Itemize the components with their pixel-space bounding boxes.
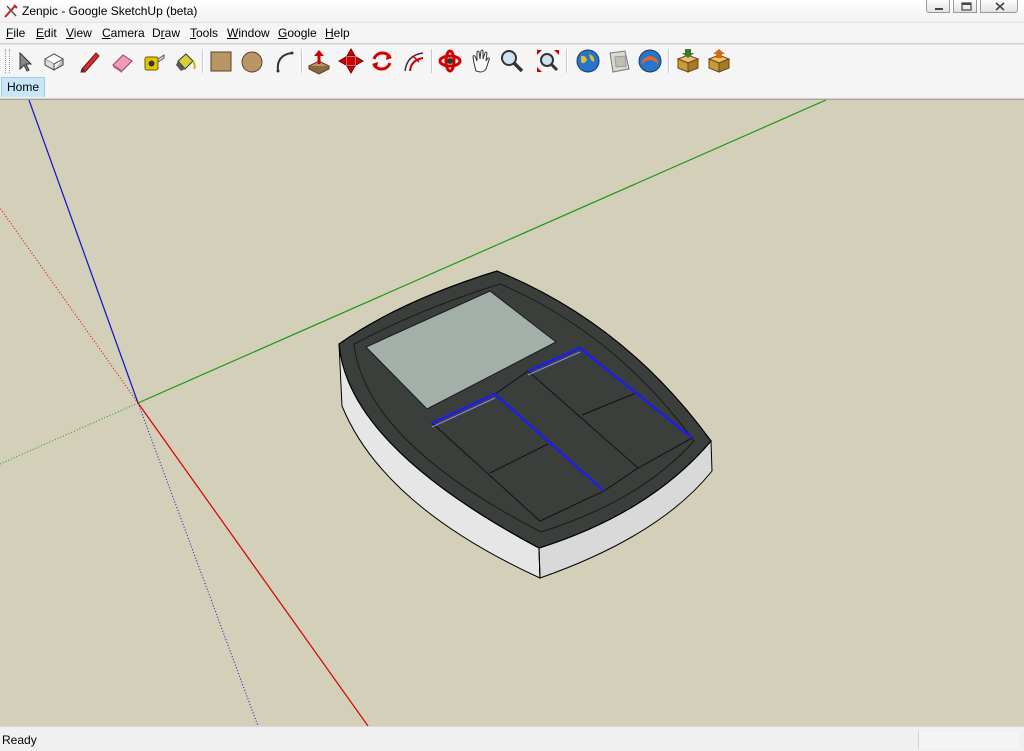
rotate-icon[interactable] xyxy=(368,47,396,75)
circle-icon[interactable] xyxy=(238,47,266,75)
share-model-icon[interactable] xyxy=(705,47,733,75)
earth-icon[interactable] xyxy=(574,47,602,75)
window-title: Zenpic - Google SketchUp (beta) xyxy=(22,4,198,18)
status-text: Ready xyxy=(2,733,37,747)
menu-file[interactable]: File xyxy=(6,26,25,40)
eraser-icon[interactable] xyxy=(108,47,136,75)
tape-measure-icon[interactable] xyxy=(139,47,167,75)
push-pull-icon[interactable] xyxy=(305,47,333,75)
pencil-icon[interactable] xyxy=(76,47,104,75)
menu-edit[interactable]: Edit xyxy=(36,26,57,40)
scene-tab-home[interactable]: Home xyxy=(1,77,45,97)
scene-tab-bar: Home xyxy=(0,77,1024,98)
menu-view[interactable]: View xyxy=(66,26,92,40)
measurements-box[interactable] xyxy=(918,731,1019,749)
calculator-model xyxy=(338,270,713,579)
menu-camera[interactable]: Camera xyxy=(102,26,145,40)
rectangle-icon[interactable] xyxy=(207,47,235,75)
menu-tools[interactable]: Tools xyxy=(190,26,218,40)
title-bar[interactable]: Zenpic - Google SketchUp (beta) xyxy=(0,0,1024,23)
offset-icon[interactable] xyxy=(399,47,427,75)
status-bar: Ready xyxy=(0,726,1024,751)
menu-draw[interactable]: Draw xyxy=(152,26,180,40)
menu-help[interactable]: Help xyxy=(325,26,350,40)
menu-bar: File Edit View Camera Draw Tools Window Google H… xyxy=(0,23,1024,43)
drawing-area[interactable] xyxy=(0,99,1024,726)
move-icon[interactable] xyxy=(337,47,365,75)
paint-bucket-icon[interactable] xyxy=(171,47,199,75)
maximize-button[interactable] xyxy=(953,0,977,13)
zoom-extents-icon[interactable] xyxy=(534,47,562,75)
close-button[interactable] xyxy=(980,0,1018,13)
select-icon[interactable] xyxy=(10,47,38,75)
zoom-icon[interactable] xyxy=(498,47,526,75)
orbit-icon[interactable] xyxy=(436,47,464,75)
pan-icon[interactable] xyxy=(467,47,495,75)
green-axis-negative xyxy=(0,402,139,465)
minimize-button[interactable] xyxy=(926,0,950,13)
menu-google[interactable]: Google xyxy=(278,26,317,40)
arc-icon[interactable] xyxy=(270,47,298,75)
blue-axis-negative xyxy=(137,402,259,726)
get-models-icon[interactable] xyxy=(674,47,702,75)
red-axis-positive xyxy=(137,402,369,726)
make-component-icon[interactable] xyxy=(40,47,68,75)
menu-window[interactable]: Window xyxy=(227,26,270,40)
blue-axis-positive xyxy=(28,100,139,404)
toggle-terrain-icon[interactable] xyxy=(636,47,664,75)
red-axis-negative xyxy=(0,207,139,404)
main-toolbar xyxy=(0,44,1024,77)
get-current-view-icon[interactable] xyxy=(605,47,633,75)
sketchup-logo-icon xyxy=(3,3,19,19)
